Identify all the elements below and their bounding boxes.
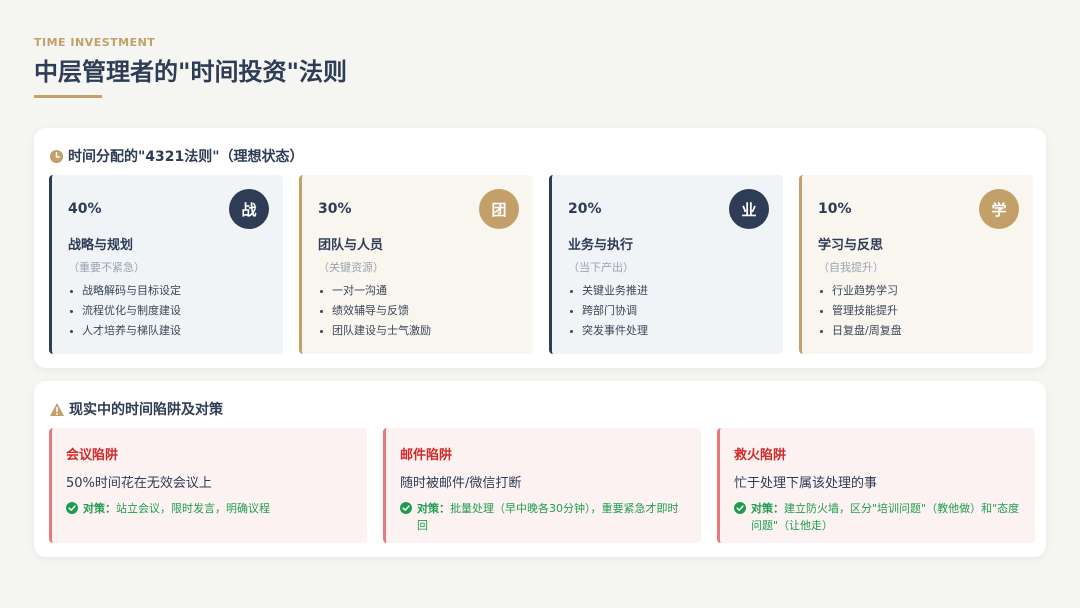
list-item: 关键业务推进 <box>568 281 767 301</box>
list-item: 跨部门协调 <box>568 301 767 321</box>
trap-title: 救火陷阱 <box>734 448 787 463</box>
countermeasure-body: 建立防火墙，区分"培训问题"（教他做）和"态度问题"（让他走） <box>751 502 1020 532</box>
countermeasure-text: 对策：站立会议，限时发言，明确议程 <box>83 500 270 517</box>
countermeasure-text: 对策：建立防火墙，区分"培训问题"（教他做）和"态度问题"（让他走） <box>751 500 1021 534</box>
list-item: 战略解码与目标设定 <box>68 281 267 301</box>
list-item: 流程优化与制度建设 <box>68 301 267 321</box>
trap-card-email: 邮件陷阱 随时被邮件/微信打断 对策：批量处理（早中晚各30分钟），重要紧急才即… <box>383 428 701 543</box>
countermeasure-label: 对策： <box>83 502 116 515</box>
card-title: 团队与人员 <box>318 238 384 253</box>
card-learning: 10% 学 学习与反思 （自我提升） 行业趋势学习 管理技能提升 日复盘/周复盘 <box>799 175 1033 354</box>
trap-title: 邮件陷阱 <box>400 448 453 463</box>
allocation-heading: 时间分配的"4321法则"（理想状态） <box>49 146 304 166</box>
trap-description: 50%时间花在无效会议上 <box>66 476 212 491</box>
card-badge: 学 <box>979 189 1019 229</box>
warning-icon <box>49 402 65 417</box>
trap-cards: 会议陷阱 50%时间花在无效会议上 对策：站立会议，限时发言，明确议程 邮件陷阱… <box>49 428 1035 543</box>
list-item: 行业趋势学习 <box>818 281 1017 301</box>
allocation-heading-text: 时间分配的"4321法则"（理想状态） <box>68 149 304 165</box>
card-badge: 团 <box>479 189 519 229</box>
countermeasure-label: 对策： <box>751 502 784 515</box>
allocation-cards: 40% 战 战略与规划 （重要不紧急） 战略解码与目标设定 流程优化与制度建设 … <box>49 175 1033 354</box>
trap-countermeasure: 对策：站立会议，限时发言，明确议程 <box>66 500 353 517</box>
card-subtitle: （关键资源） <box>318 261 384 274</box>
check-circle-icon <box>66 502 78 514</box>
trap-countermeasure: 对策：批量处理（早中晚各30分钟），重要紧急才即时回 <box>400 500 687 534</box>
list-item: 绩效辅导与反馈 <box>318 301 517 321</box>
check-circle-icon <box>734 502 746 514</box>
traps-panel: 现实中的时间陷阱及对策 会议陷阱 50%时间花在无效会议上 对策：站立会议，限时… <box>34 381 1046 557</box>
trap-description: 忙于处理下属该处理的事 <box>734 476 878 491</box>
card-title: 业务与执行 <box>568 238 634 253</box>
countermeasure-body: 站立会议，限时发言，明确议程 <box>116 502 270 515</box>
countermeasure-body: 批量处理（早中晚各30分钟），重要紧急才即时回 <box>417 502 679 532</box>
card-subtitle: （当下产出） <box>568 261 634 274</box>
card-team: 30% 团 团队与人员 （关键资源） 一对一沟通 绩效辅导与反馈 团队建设与士气… <box>299 175 533 354</box>
allocation-panel: 时间分配的"4321法则"（理想状态） 40% 战 战略与规划 （重要不紧急） … <box>34 128 1046 368</box>
card-list: 一对一沟通 绩效辅导与反馈 团队建设与士气激励 <box>318 281 517 341</box>
trap-card-meeting: 会议陷阱 50%时间花在无效会议上 对策：站立会议，限时发言，明确议程 <box>49 428 367 543</box>
title-underline <box>34 95 102 98</box>
card-badge: 业 <box>729 189 769 229</box>
eyebrow-label: TIME INVESTMENT <box>34 36 156 49</box>
traps-heading-text: 现实中的时间陷阱及对策 <box>69 402 223 418</box>
card-strategy: 40% 战 战略与规划 （重要不紧急） 战略解码与目标设定 流程优化与制度建设 … <box>49 175 283 354</box>
card-title: 学习与反思 <box>818 238 884 253</box>
list-item: 人才培养与梯队建设 <box>68 321 267 341</box>
trap-countermeasure: 对策：建立防火墙，区分"培训问题"（教他做）和"态度问题"（让他走） <box>734 500 1021 534</box>
card-subtitle: （重要不紧急） <box>68 261 145 274</box>
check-circle-icon <box>400 502 412 514</box>
list-item: 突发事件处理 <box>568 321 767 341</box>
list-item: 日复盘/周复盘 <box>818 321 1017 341</box>
trap-description: 随时被邮件/微信打断 <box>400 476 522 491</box>
list-item: 管理技能提升 <box>818 301 1017 321</box>
list-item: 一对一沟通 <box>318 281 517 301</box>
card-list: 战略解码与目标设定 流程优化与制度建设 人才培养与梯队建设 <box>68 281 267 341</box>
traps-heading: 现实中的时间陷阱及对策 <box>49 399 223 419</box>
card-business: 20% 业 业务与执行 （当下产出） 关键业务推进 跨部门协调 突发事件处理 <box>549 175 783 354</box>
page-title: 中层管理者的"时间投资"法则 <box>34 58 348 86</box>
card-list: 行业趋势学习 管理技能提升 日复盘/周复盘 <box>818 281 1017 341</box>
card-subtitle: （自我提升） <box>818 261 884 274</box>
list-item: 团队建设与士气激励 <box>318 321 517 341</box>
countermeasure-text: 对策：批量处理（早中晚各30分钟），重要紧急才即时回 <box>417 500 687 534</box>
trap-title: 会议陷阱 <box>66 448 119 463</box>
trap-card-firefighting: 救火陷阱 忙于处理下属该处理的事 对策：建立防火墙，区分"培训问题"（教他做）和… <box>717 428 1035 543</box>
card-badge: 战 <box>229 189 269 229</box>
card-list: 关键业务推进 跨部门协调 突发事件处理 <box>568 281 767 341</box>
clock-icon <box>49 149 64 164</box>
card-title: 战略与规划 <box>68 238 134 253</box>
countermeasure-label: 对策： <box>417 502 450 515</box>
page-header: TIME INVESTMENT 中层管理者的"时间投资"法则 <box>34 36 347 98</box>
